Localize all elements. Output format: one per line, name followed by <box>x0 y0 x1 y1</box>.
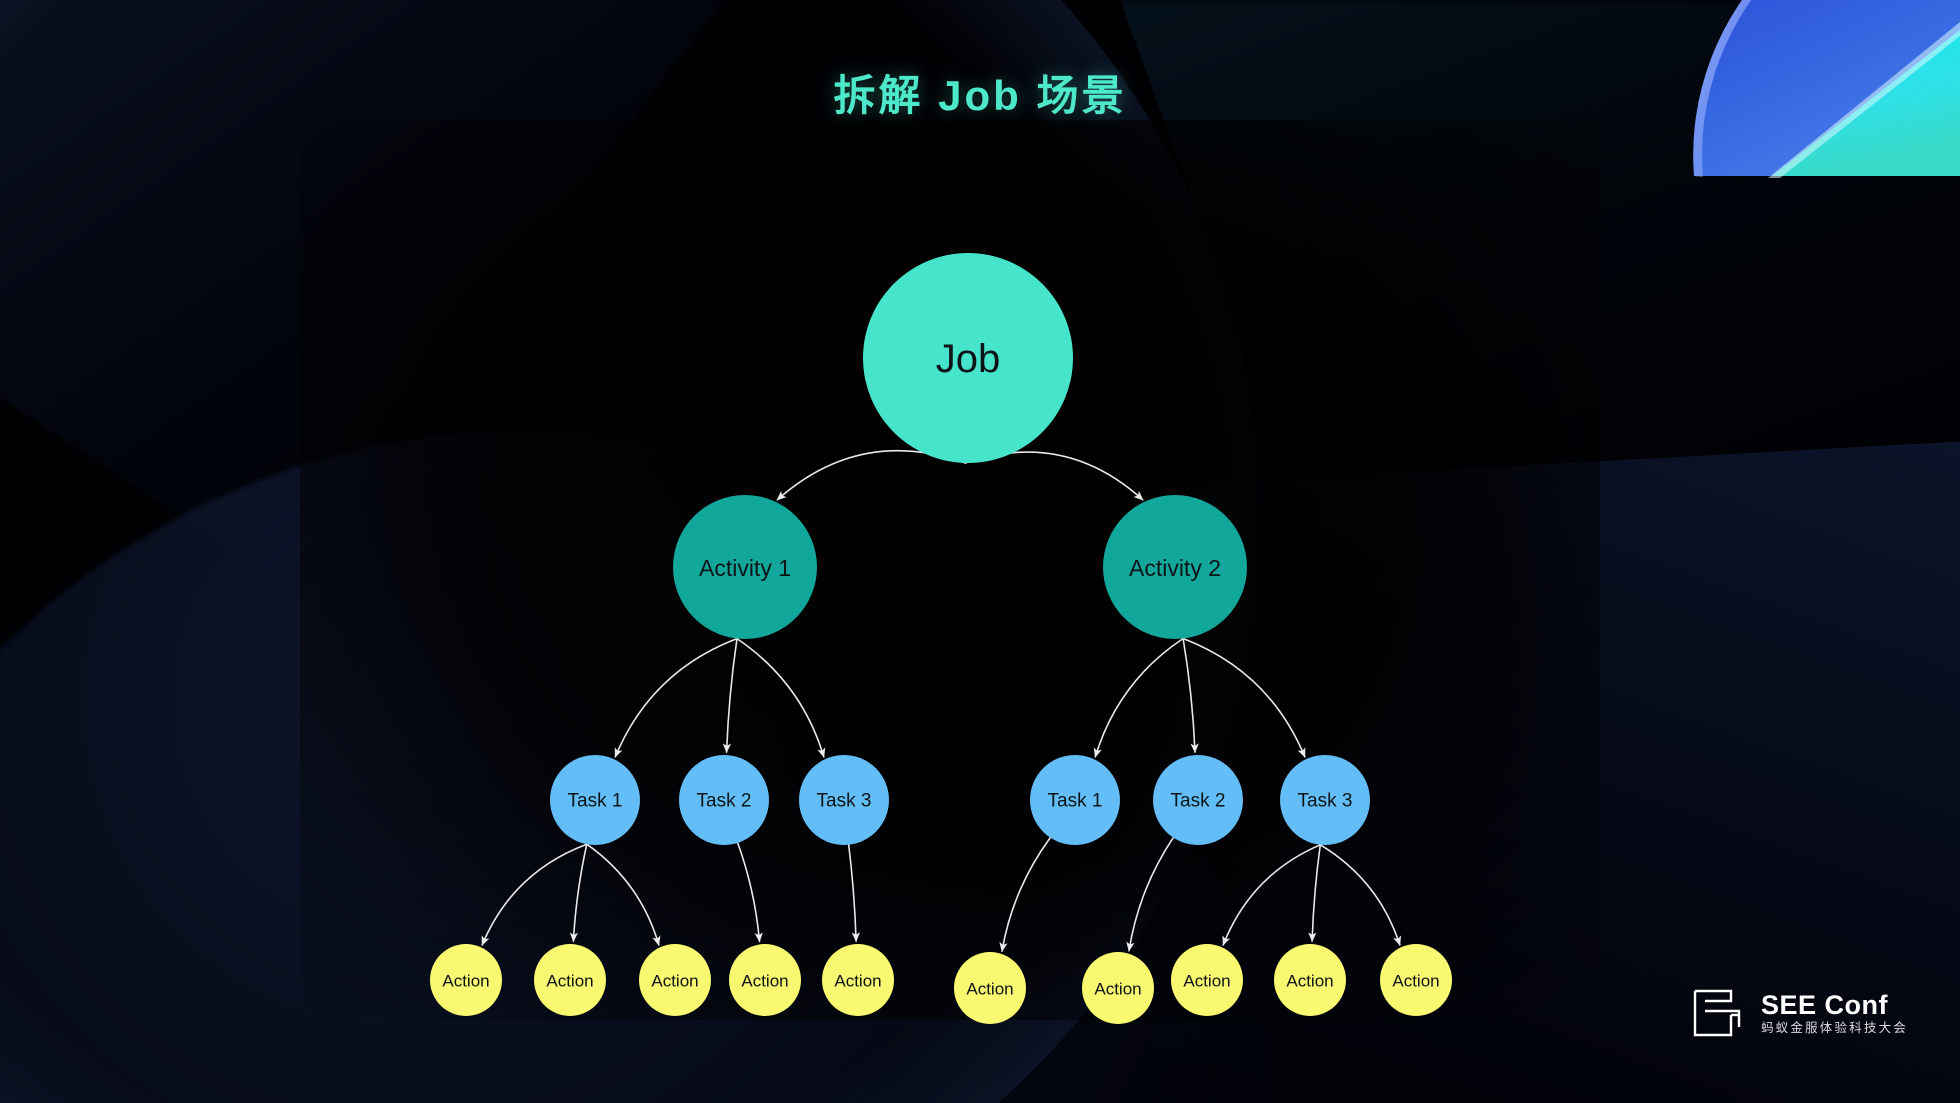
tree-node-n8[interactable]: Action <box>1171 944 1243 1016</box>
tree-node-n9[interactable]: Action <box>1274 944 1346 1016</box>
tree-node-n7[interactable]: Action <box>1082 952 1154 1024</box>
tree-edge <box>1319 844 1402 946</box>
tree-edge <box>614 637 738 758</box>
brand-logo: SEE Conf 蚂蚁金服体验科技大会 <box>1691 987 1908 1039</box>
edge-group <box>481 449 1402 953</box>
node-label: Action <box>1392 972 1439 991</box>
node-label: Action <box>442 972 489 991</box>
tree-edge <box>1126 836 1175 952</box>
tree-edge <box>481 843 588 946</box>
node-label: Job <box>936 337 1001 381</box>
tree-node-n5[interactable]: Action <box>822 944 894 1016</box>
tree-node-n2[interactable]: Action <box>534 944 606 1016</box>
tree-node-job[interactable]: Job <box>863 253 1073 463</box>
brand-subtitle: 蚂蚁金服体验科技大会 <box>1760 1020 1908 1035</box>
tree-edge <box>1182 637 1199 754</box>
node-label: Action <box>741 972 788 991</box>
tree-edge <box>1093 637 1184 758</box>
tree-node-n1[interactable]: Action <box>430 944 502 1016</box>
tree-edge <box>1222 844 1322 946</box>
node-label: Activity 1 <box>699 555 791 581</box>
tree-edge <box>586 843 661 946</box>
tree-node-n10[interactable]: Action <box>1380 944 1452 1016</box>
see-conf-logo-icon <box>1693 989 1741 1037</box>
node-label: Task 3 <box>1298 791 1353 812</box>
tree-edge <box>847 844 860 942</box>
tree-node-a1[interactable]: Activity 1 <box>673 495 817 639</box>
tree-edge <box>999 836 1052 953</box>
tree-node-t2[interactable]: Task 2 <box>679 755 769 845</box>
brand-text-block: SEE Conf 蚂蚁金服体验科技大会 <box>1760 989 1908 1035</box>
node-label: Action <box>1286 972 1333 991</box>
node-label: Activity 2 <box>1129 555 1221 581</box>
tree-node-n6[interactable]: Action <box>954 952 1026 1024</box>
node-group: Job Activity 1 Activity 2 Task 1 Task 2 Task … <box>430 253 1452 1024</box>
node-label: Action <box>651 972 698 991</box>
node-label: Task 3 <box>817 791 872 812</box>
tree-edge <box>569 843 588 943</box>
tree-node-t6[interactable]: Task 3 <box>1280 755 1370 845</box>
tree-edge <box>736 842 763 943</box>
node-label: Task 2 <box>697 791 752 812</box>
tree-edge <box>736 637 826 758</box>
tree-node-a2[interactable]: Activity 2 <box>1103 495 1247 639</box>
tree-node-t1[interactable]: Task 1 <box>550 755 640 845</box>
tree-node-n4[interactable]: Action <box>729 944 801 1016</box>
node-label: Action <box>834 972 881 991</box>
node-label: Action <box>1183 972 1230 991</box>
node-label: Task 2 <box>1171 791 1226 812</box>
tree-edge <box>1308 844 1322 943</box>
node-label: Task 1 <box>1048 791 1103 812</box>
job-decomposition-tree: Job Activity 1 Activity 2 Task 1 Task 2 Task … <box>430 253 1452 1024</box>
node-label: Action <box>966 980 1013 999</box>
tree-node-n3[interactable]: Action <box>639 944 711 1016</box>
brand-name: SEE Conf <box>1760 989 1888 1020</box>
tree-node-t3[interactable]: Task 3 <box>799 755 889 845</box>
tree-edge <box>722 637 738 754</box>
node-label: Task 1 <box>568 791 623 812</box>
tree-node-t4[interactable]: Task 1 <box>1030 755 1120 845</box>
node-label: Action <box>546 972 593 991</box>
slide-canvas: 拆解 Job 场景 Job Activity 1 Activity 2 Task 1T… <box>0 0 1960 1103</box>
tree-edge <box>1182 637 1306 758</box>
tree-node-t5[interactable]: Task 2 <box>1153 755 1243 845</box>
node-label: Action <box>1094 980 1141 999</box>
